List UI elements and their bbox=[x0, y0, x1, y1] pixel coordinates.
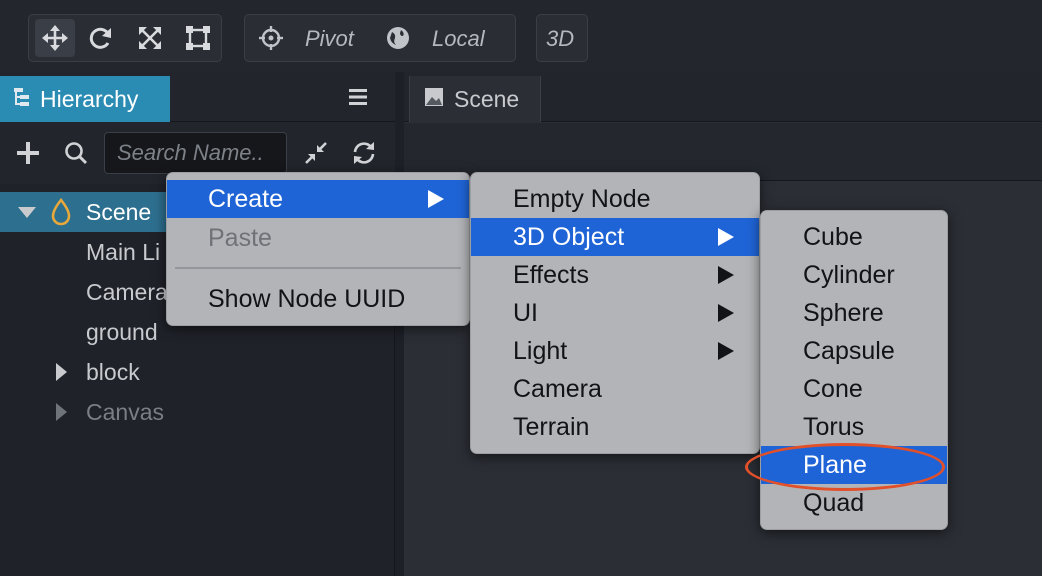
menu-item-cube[interactable]: Cube bbox=[761, 218, 947, 256]
move-tool-icon[interactable] bbox=[35, 19, 75, 57]
menu-item-label: Light bbox=[513, 336, 568, 365]
menu-item-label: Camera bbox=[513, 374, 602, 403]
tree-item-label: Camera bbox=[86, 278, 168, 305]
3d-object-submenu: Cube Cylinder Sphere Capsule Cone Torus … bbox=[760, 210, 948, 530]
submenu-arrow-icon bbox=[428, 190, 444, 208]
local-label[interactable]: Local bbox=[432, 26, 485, 52]
tree-item-label: block bbox=[86, 358, 140, 385]
refresh-icon[interactable] bbox=[349, 138, 379, 168]
menu-item-paste: Paste bbox=[167, 219, 469, 257]
menu-item-label: Terrain bbox=[513, 412, 590, 441]
scale-tool-icon[interactable] bbox=[130, 19, 170, 57]
menu-item-plane[interactable]: Plane bbox=[761, 446, 947, 484]
hierarchy-tree-icon bbox=[12, 86, 32, 113]
submenu-arrow-icon bbox=[718, 342, 734, 360]
submenu-arrow-icon bbox=[718, 228, 734, 246]
menu-item-cylinder[interactable]: Cylinder bbox=[761, 256, 947, 294]
collapse-all-icon[interactable] bbox=[301, 138, 331, 168]
search-input[interactable] bbox=[104, 132, 287, 174]
tree-item-label: Scene bbox=[86, 198, 152, 225]
tab-hierarchy[interactable]: Hierarchy bbox=[0, 76, 170, 122]
menu-item-effects[interactable]: Effects bbox=[471, 256, 759, 294]
menu-item-label: Capsule bbox=[803, 336, 895, 365]
create-submenu: Empty Node 3D Object Effects UI Light Ca… bbox=[470, 172, 760, 454]
menu-item-3d-object[interactable]: 3D Object bbox=[471, 218, 759, 256]
tree-item-label: Canvas bbox=[86, 398, 164, 425]
expand-arrow-icon[interactable] bbox=[56, 363, 68, 386]
context-menu: Create Paste Show Node UUID bbox=[166, 172, 470, 326]
add-node-icon[interactable] bbox=[13, 138, 43, 168]
tab-scene[interactable]: Scene bbox=[409, 76, 541, 122]
menu-item-label: Paste bbox=[208, 223, 272, 252]
mode-3d-label: 3D bbox=[546, 26, 575, 51]
tree-item-canvas[interactable]: Canvas bbox=[0, 392, 395, 432]
menu-item-label: Show Node UUID bbox=[208, 284, 406, 313]
menu-item-torus[interactable]: Torus bbox=[761, 408, 947, 446]
image-icon bbox=[424, 87, 444, 112]
menu-item-camera[interactable]: Camera bbox=[471, 370, 759, 408]
tree-item-label: ground bbox=[86, 318, 158, 345]
scene-header: Scene bbox=[404, 72, 1042, 122]
hierarchy-tab-label: Hierarchy bbox=[40, 85, 139, 112]
menu-item-light[interactable]: Light bbox=[471, 332, 759, 370]
menu-item-label: Cone bbox=[803, 374, 863, 403]
menu-separator bbox=[175, 267, 461, 269]
mode-3d-button[interactable]: 3D bbox=[536, 14, 588, 62]
menu-item-label: Plane bbox=[803, 450, 867, 479]
menu-item-label: Sphere bbox=[803, 298, 884, 327]
menu-item-label: Cylinder bbox=[803, 260, 895, 289]
menu-item-capsule[interactable]: Capsule bbox=[761, 332, 947, 370]
menu-item-show-node-uuid[interactable]: Show Node UUID bbox=[167, 280, 469, 318]
search-icon[interactable] bbox=[61, 138, 91, 168]
submenu-arrow-icon bbox=[718, 266, 734, 284]
hierarchy-header: Hierarchy bbox=[0, 72, 395, 122]
expand-arrow-icon[interactable] bbox=[18, 206, 36, 224]
menu-item-label: Effects bbox=[513, 260, 589, 289]
menu-item-label: Cube bbox=[803, 222, 863, 251]
submenu-arrow-icon bbox=[718, 304, 734, 322]
pivot-icon[interactable] bbox=[251, 19, 291, 57]
menu-item-label: 3D Object bbox=[513, 222, 625, 251]
rect-tool-icon[interactable] bbox=[178, 19, 218, 57]
menu-item-sphere[interactable]: Sphere bbox=[761, 294, 947, 332]
tree-item-label: Main Li bbox=[86, 238, 161, 265]
menu-item-cone[interactable]: Cone bbox=[761, 370, 947, 408]
menu-item-quad[interactable]: Quad bbox=[761, 484, 947, 522]
scene-icon bbox=[50, 197, 72, 231]
rotate-tool-icon[interactable] bbox=[81, 19, 121, 57]
scene-tab-label: Scene bbox=[454, 85, 520, 112]
menu-item-label: Empty Node bbox=[513, 184, 651, 213]
menu-item-label: Quad bbox=[803, 488, 865, 517]
menu-item-create[interactable]: Create bbox=[167, 180, 469, 218]
tree-item-block[interactable]: block bbox=[0, 352, 395, 392]
globe-icon[interactable] bbox=[378, 19, 418, 57]
menu-item-label: Torus bbox=[803, 412, 865, 441]
menu-item-ui[interactable]: UI bbox=[471, 294, 759, 332]
hamburger-menu-icon[interactable] bbox=[344, 84, 372, 110]
menu-item-label: Create bbox=[208, 184, 284, 213]
menu-item-empty-node[interactable]: Empty Node bbox=[471, 180, 759, 218]
main-toolbar: Pivot Local 3D bbox=[0, 0, 1042, 72]
pivot-label[interactable]: Pivot bbox=[305, 26, 354, 52]
expand-arrow-icon[interactable] bbox=[56, 403, 68, 426]
menu-item-label: UI bbox=[513, 298, 538, 327]
menu-item-terrain[interactable]: Terrain bbox=[471, 408, 759, 446]
transform-tools-group bbox=[28, 14, 222, 62]
pivot-local-group: Pivot Local bbox=[244, 14, 516, 62]
